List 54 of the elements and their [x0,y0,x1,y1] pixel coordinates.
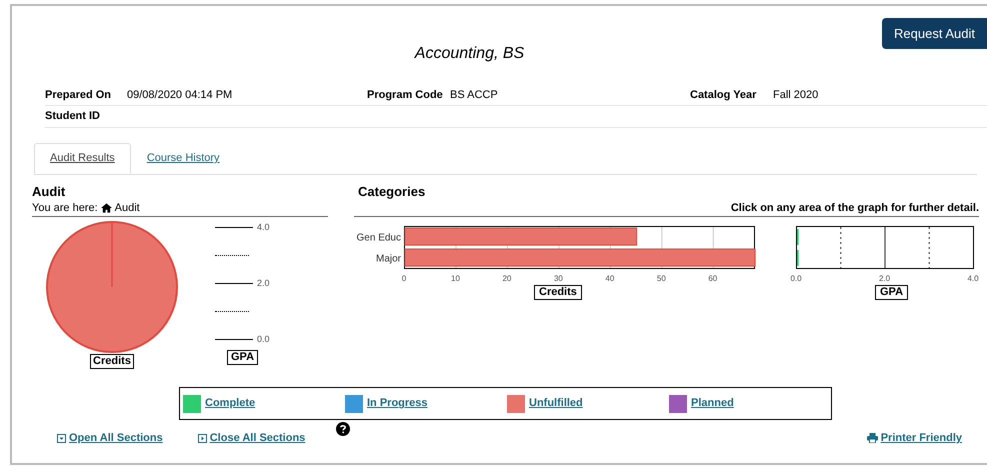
breadcrumb-label: You are here: [32,200,98,216]
gridline [215,282,253,284]
legend-link[interactable]: Complete [205,395,256,412]
gpa-plot-drawing[interactable] [796,226,974,269]
axis-tick-label: 0.0 [257,334,270,344]
field-label: Catalog Year [690,88,758,104]
axis-tick-label: 10 [451,274,460,283]
gridline [215,338,253,340]
axis-title: Credits [534,285,582,300]
field-label: Program Code [367,88,444,104]
axis-tick-label: 0 [402,274,406,283]
close-all-sections-link[interactable]: Close All Sections [198,430,306,446]
pie-chart-drawing[interactable] [45,220,179,354]
request-audit-button[interactable]: Request Audit [882,18,987,49]
dotted-gridline [215,310,249,312]
axis-tick-label: 2.0 [257,278,270,288]
category-label: Gen Educ [356,232,401,244]
chart-title: GPA [227,350,258,365]
help-icon[interactable] [336,422,350,436]
axis-tick-label: 20 [502,274,512,283]
axis-tick-label: 40 [605,274,614,283]
chart-title: Credits [90,354,134,369]
field-value: 09/08/2020 04:14 PM [127,88,234,104]
printer-icon [866,433,878,444]
open-all-sections-link[interactable]: Open All Sections [57,430,163,446]
axis-tick-label: 0.0 [790,274,802,283]
field-label: Student ID [45,109,101,124]
dotted-gridline [215,254,249,256]
caret-right-icon [198,434,207,443]
printer-friendly-link[interactable]: Printer Friendly [866,430,962,446]
axis-tick-label: 4.0 [967,274,979,283]
caret-down-icon [57,434,66,443]
home-icon [100,203,112,213]
gridline [215,226,253,228]
legend-link[interactable]: Planned [691,395,734,412]
chart-hint: Click on any area of the graph for further detail. [730,200,979,216]
axis-tick-label: 30 [554,274,563,283]
section-heading: Audit [32,183,66,200]
field-value: Fall 2020 [773,88,818,104]
program-title: Accounting, BS [414,44,524,64]
tab[interactable]: Audit Results [34,143,131,174]
category-label: Major [376,254,401,264]
field-value: BS ACCP [450,88,499,104]
legend-link[interactable]: Unfulfilled [529,395,583,412]
axis-tick-label: 4.0 [257,222,270,232]
axis-tick-label: 2.0 [878,274,890,283]
axis-tick-label: 50 [656,274,666,283]
axis-tick-label: 60 [708,274,718,283]
axis-title: GPA [875,285,908,300]
field-label: Prepared On [45,88,112,104]
legend-link[interactable]: In Progress [367,395,428,412]
breadcrumb-link[interactable]: Audit [114,200,140,216]
section-heading: Categories [358,183,426,200]
tab[interactable]: Course History [130,143,236,174]
